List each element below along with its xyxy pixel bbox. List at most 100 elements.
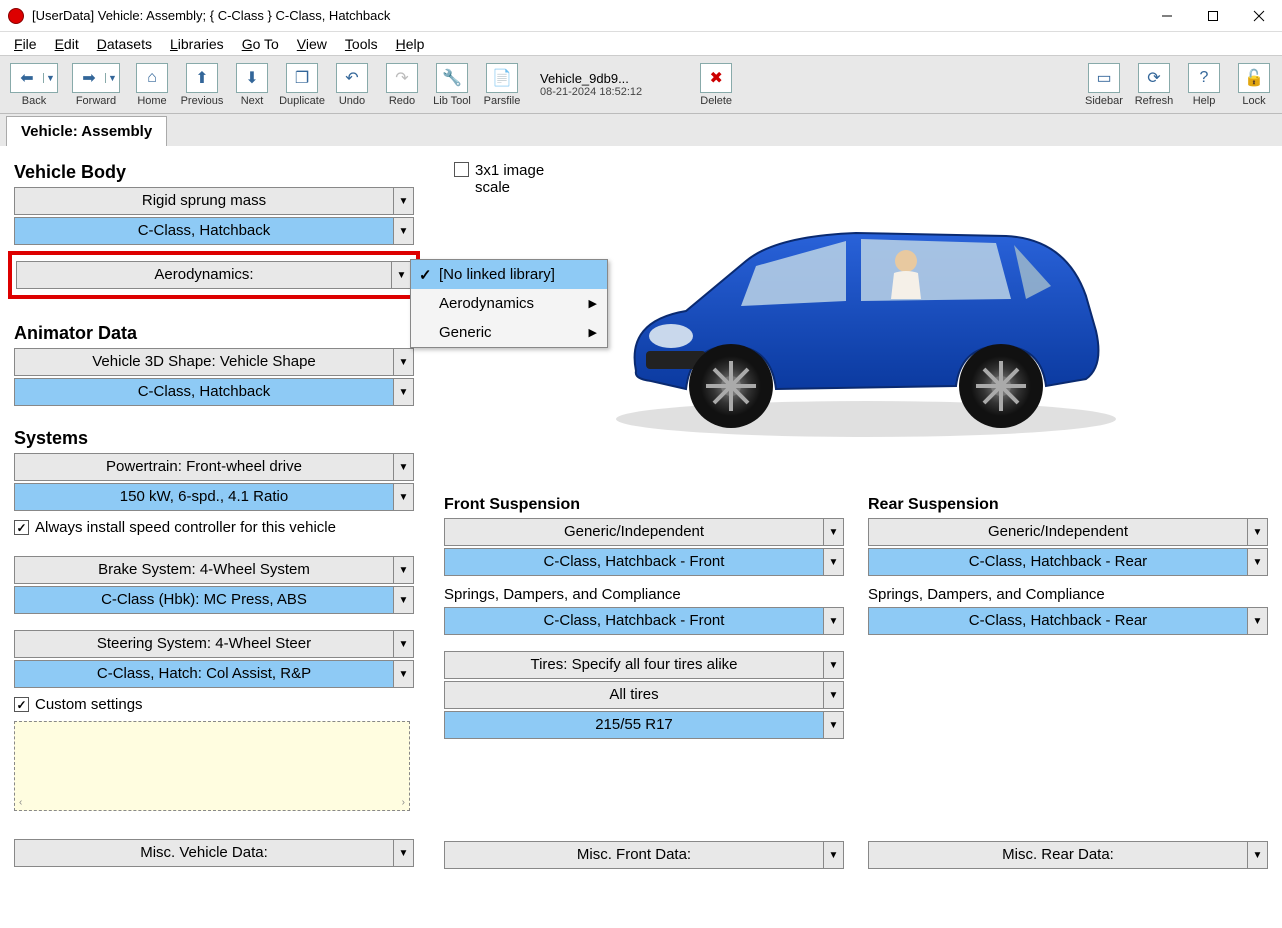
animator-data-heading: Animator Data (14, 323, 414, 344)
animator-value-combo[interactable]: C-Class, Hatchback▼ (14, 378, 414, 406)
misc-vehicle-data-combo[interactable]: Misc. Vehicle Data:▼ (14, 839, 414, 867)
vehicle-body-value-combo[interactable]: C-Class, Hatchback▼ (14, 217, 414, 245)
lock-button[interactable]: 🔓Lock (1232, 59, 1276, 111)
chevron-down-icon[interactable]: ▼ (393, 349, 413, 375)
parsfile-button[interactable]: 📄Parsfile (480, 59, 524, 111)
chevron-down-icon[interactable]: ▼ (393, 188, 413, 214)
menu-help[interactable]: Help (388, 34, 433, 54)
submenu-arrow-icon: ▶ (589, 297, 597, 310)
car-image (576, 181, 1136, 461)
chevron-down-icon[interactable]: ▼ (823, 608, 843, 634)
back-button[interactable]: ⬅▼Back (6, 59, 62, 111)
minimize-button[interactable] (1144, 0, 1190, 32)
tires-spec-combo[interactable]: Tires: Specify all four tires alike▼ (444, 651, 844, 679)
delete-button[interactable]: ✖Delete (694, 59, 738, 111)
dropdown-item-no-linked[interactable]: ✓[No linked library] (411, 260, 607, 289)
chevron-down-icon[interactable]: ▼ (823, 549, 843, 575)
steering-system-combo[interactable]: Steering System: 4-Wheel Steer▼ (14, 630, 414, 658)
brake-system-combo[interactable]: Brake System: 4-Wheel System▼ (14, 556, 414, 584)
misc-rear-data-combo[interactable]: Misc. Rear Data:▼ (868, 841, 1268, 869)
checkbox-icon (454, 162, 469, 177)
dropdown-item-generic[interactable]: Generic▶ (411, 318, 607, 347)
checkbox-icon: ✓ (14, 520, 29, 535)
image-scale-checkbox[interactable]: 3x1 image scale (454, 162, 565, 196)
chevron-down-icon[interactable]: ▼ (393, 661, 413, 687)
vehicle-shape-combo[interactable]: Vehicle 3D Shape: Vehicle Shape▼ (14, 348, 414, 376)
aerodynamics-combo[interactable]: Aerodynamics:▼ (16, 261, 412, 289)
chevron-down-icon[interactable]: ▼ (823, 519, 843, 545)
custom-settings-textarea[interactable]: ‹› (14, 721, 410, 811)
chevron-down-icon[interactable]: ▼ (391, 262, 411, 288)
rear-sdc-label: Springs, Dampers, and Compliance (868, 586, 1268, 603)
misc-front-data-combo[interactable]: Misc. Front Data:▼ (444, 841, 844, 869)
chevron-down-icon[interactable]: ▼ (393, 557, 413, 583)
chevron-down-icon[interactable]: ▼ (1247, 519, 1267, 545)
libtool-button[interactable]: 🔧Lib Tool (430, 59, 474, 111)
powertrain-combo[interactable]: Powertrain: Front-wheel drive▼ (14, 453, 414, 481)
tab-row: Vehicle: Assembly (0, 114, 1282, 146)
chevron-down-icon[interactable]: ▼ (1247, 842, 1267, 868)
titlebar: [UserData] Vehicle: Assembly; { C-Class … (0, 0, 1282, 32)
close-button[interactable] (1236, 0, 1282, 32)
chevron-down-icon[interactable]: ▼ (393, 587, 413, 613)
chevron-down-icon[interactable]: ▼ (823, 842, 843, 868)
menubar: File Edit Datasets Libraries Go To View … (0, 32, 1282, 56)
chevron-down-icon[interactable]: ▼ (393, 218, 413, 244)
chevron-down-icon[interactable]: ▼ (393, 484, 413, 510)
help-button[interactable]: ?Help (1182, 59, 1226, 111)
tab-vehicle-assembly[interactable]: Vehicle: Assembly (6, 116, 167, 146)
next-button[interactable]: ⬇Next (230, 59, 274, 111)
chevron-down-icon[interactable]: ▼ (393, 840, 413, 866)
refresh-button[interactable]: ⟳Refresh (1132, 59, 1176, 111)
aerodynamics-highlight: Aerodynamics:▼ ✓[No linked library] Aero… (8, 251, 420, 299)
sidebar-button[interactable]: ▭Sidebar (1082, 59, 1126, 111)
undo-button[interactable]: ↶Undo (330, 59, 374, 111)
forward-button[interactable]: ➡▼Forward (68, 59, 124, 111)
front-susp-value-combo[interactable]: C-Class, Hatchback - Front▼ (444, 548, 844, 576)
duplicate-button[interactable]: ❐Duplicate (280, 59, 324, 111)
toolbar: ⬅▼Back ➡▼Forward ⌂Home ⬆Previous ⬇Next ❐… (0, 56, 1282, 114)
menu-tools[interactable]: Tools (337, 34, 386, 54)
maximize-button[interactable] (1190, 0, 1236, 32)
menu-edit[interactable]: Edit (47, 34, 87, 54)
custom-settings-checkbox[interactable]: ✓Custom settings (14, 696, 414, 713)
home-button[interactable]: ⌂Home (130, 59, 174, 111)
dropdown-item-aerodynamics[interactable]: Aerodynamics▶ (411, 289, 607, 318)
submenu-arrow-icon: ▶ (589, 326, 597, 339)
chevron-down-icon[interactable]: ▼ (1247, 608, 1267, 634)
file-info: Vehicle_9db9... 08-21-2024 18:52:12 (530, 71, 652, 98)
checkbox-icon: ✓ (14, 697, 29, 712)
chevron-down-icon[interactable]: ▼ (393, 631, 413, 657)
menu-file[interactable]: File (6, 34, 45, 54)
chevron-down-icon[interactable]: ▼ (393, 379, 413, 405)
tire-value-combo[interactable]: 215/55 R17▼ (444, 711, 844, 739)
chevron-down-icon[interactable]: ▼ (823, 652, 843, 678)
rear-susp-type-combo[interactable]: Generic/Independent▼ (868, 518, 1268, 546)
brake-value-combo[interactable]: C-Class (Hbk): MC Press, ABS▼ (14, 586, 414, 614)
window-title: [UserData] Vehicle: Assembly; { C-Class … (32, 8, 1144, 23)
chevron-down-icon[interactable]: ▼ (1247, 549, 1267, 575)
front-sdc-combo[interactable]: C-Class, Hatchback - Front▼ (444, 607, 844, 635)
menu-goto[interactable]: Go To (234, 34, 287, 54)
rear-suspension-heading: Rear Suspension (868, 496, 1268, 514)
powertrain-value-combo[interactable]: 150 kW, 6-spd., 4.1 Ratio▼ (14, 483, 414, 511)
chevron-down-icon[interactable]: ▼ (393, 454, 413, 480)
all-tires-combo[interactable]: All tires▼ (444, 681, 844, 709)
menu-libraries[interactable]: Libraries (162, 34, 232, 54)
speed-controller-checkbox[interactable]: ✓Always install speed controller for thi… (14, 519, 414, 536)
aerodynamics-dropdown: ✓[No linked library] Aerodynamics▶ Gener… (410, 259, 608, 348)
app-icon (8, 8, 24, 24)
check-icon: ✓ (419, 266, 432, 284)
front-sdc-label: Springs, Dampers, and Compliance (444, 586, 844, 603)
chevron-down-icon[interactable]: ▼ (823, 712, 843, 738)
menu-view[interactable]: View (289, 34, 335, 54)
menu-datasets[interactable]: Datasets (89, 34, 160, 54)
chevron-down-icon[interactable]: ▼ (823, 682, 843, 708)
rigid-mass-combo[interactable]: Rigid sprung mass▼ (14, 187, 414, 215)
front-susp-type-combo[interactable]: Generic/Independent▼ (444, 518, 844, 546)
previous-button[interactable]: ⬆Previous (180, 59, 224, 111)
rear-susp-value-combo[interactable]: C-Class, Hatchback - Rear▼ (868, 548, 1268, 576)
redo-button[interactable]: ↷Redo (380, 59, 424, 111)
rear-sdc-combo[interactable]: C-Class, Hatchback - Rear▼ (868, 607, 1268, 635)
steering-value-combo[interactable]: C-Class, Hatch: Col Assist, R&P▼ (14, 660, 414, 688)
